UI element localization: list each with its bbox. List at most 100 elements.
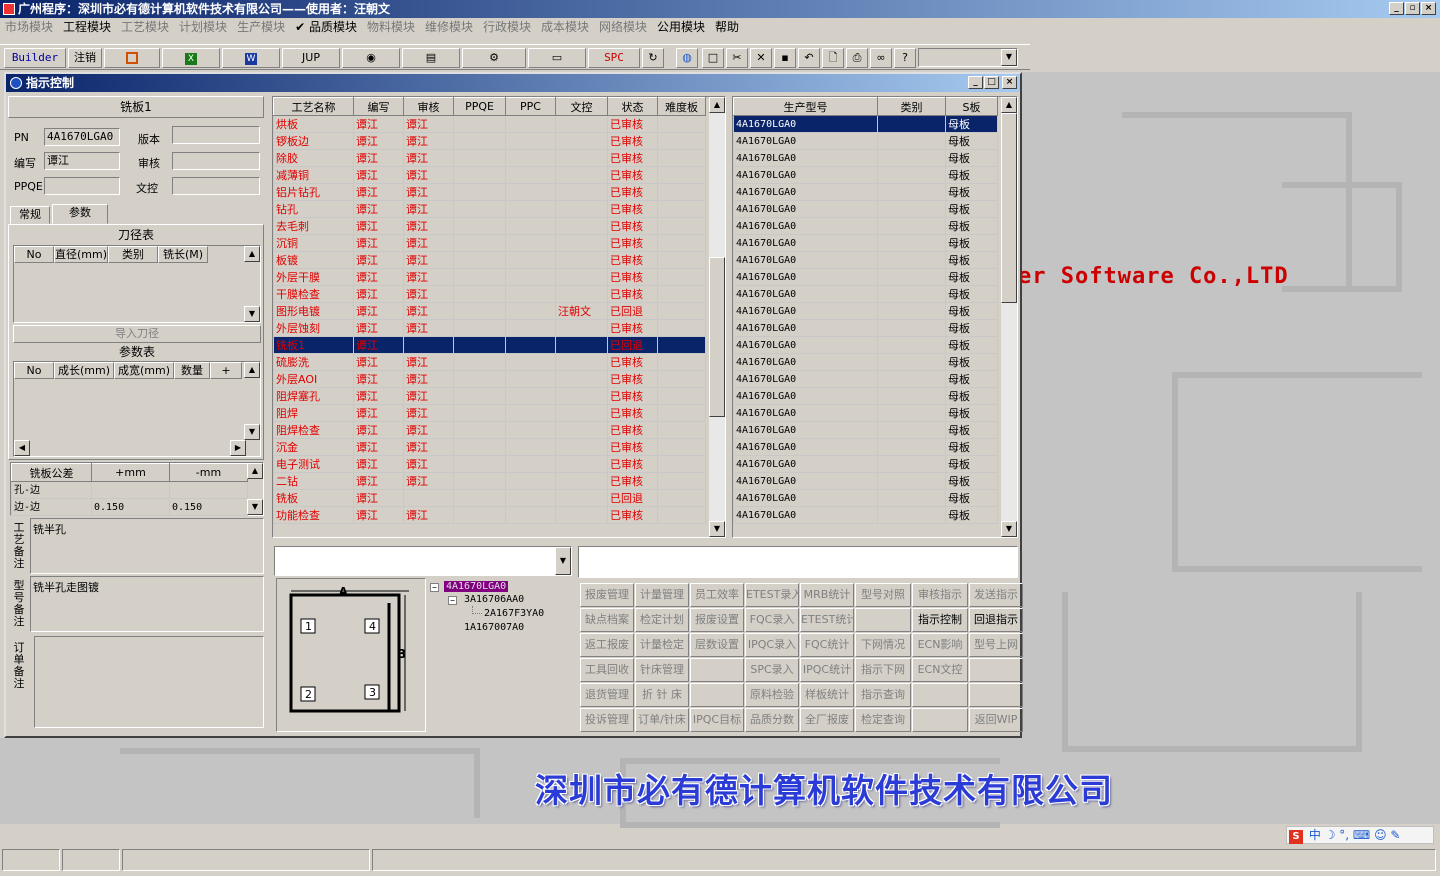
process-table-header[interactable]: 难度板 [657, 97, 706, 116]
module-button[interactable]: 返回WIP [969, 708, 1023, 732]
undo-button[interactable]: ↶ [798, 48, 820, 68]
builder-button[interactable]: Builder [4, 48, 66, 68]
scroll-down-icon[interactable]: ▼ [244, 424, 260, 440]
minimize-button[interactable]: _ [1389, 2, 1404, 15]
module-button[interactable]: 样板统计 [800, 683, 854, 707]
scroll-up-icon[interactable]: ▲ [244, 246, 260, 262]
module-button[interactable]: ECN文控 [912, 658, 968, 682]
process-note-field[interactable]: 铣半孔 [30, 518, 264, 574]
param-table[interactable]: No 成长(mm) 成宽(mm) 数量 + ▲ ▼ ◀ ▶ [13, 361, 261, 457]
scroll-up-icon[interactable]: ▲ [247, 463, 263, 479]
table-row[interactable]: 4A1670LGA0 母板 [733, 421, 998, 439]
process-table-header[interactable]: 审核 [403, 97, 454, 116]
table-row[interactable]: 铝片钻孔 谭江 谭江 已审核 [273, 183, 706, 201]
table-row[interactable]: 4A1670LGA0 母板 [733, 472, 998, 490]
window-close-button[interactable]: × [1002, 76, 1017, 89]
table-row[interactable]: 功能检查 谭江 谭江 已审核 [273, 506, 706, 524]
window-maximize-button[interactable]: □ [984, 76, 999, 89]
menu-item[interactable]: ✔ 品质模块 [290, 18, 362, 36]
pn-field[interactable]: 4A1670LGA0 [44, 128, 120, 146]
process-table-header[interactable]: 编写 [353, 97, 404, 116]
model-tree[interactable]: − 4A1670LGA0 − 3A16706AA0 2A167F3YA0 1A1… [426, 578, 576, 732]
module-button[interactable]: 报废设置 [690, 608, 744, 632]
table-row[interactable]: 外层AOI 谭江 谭江 已审核 [273, 370, 706, 388]
table-row[interactable]: 硫膨洗 谭江 谭江 已审核 [273, 353, 706, 371]
menu-item[interactable]: 帮助 [710, 18, 744, 36]
doc-control-field[interactable] [172, 177, 260, 195]
table-row[interactable]: 4A1670LGA0 母板 [733, 506, 998, 524]
table-row[interactable]: 孔-边 [11, 481, 248, 499]
module-button[interactable]: 检定查询 [855, 708, 911, 732]
module-button[interactable]: 指示查询 [855, 683, 911, 707]
module-button[interactable] [969, 683, 1023, 707]
module-button[interactable]: IPQC录入 [745, 633, 799, 657]
table-row[interactable]: 4A1670LGA0 母板 [733, 166, 998, 184]
table-row[interactable]: 板镀 谭江 谭江 已审核 [273, 251, 706, 269]
module-button[interactable]: IPQC目标 [690, 708, 744, 732]
module-button[interactable]: 投诉管理 [580, 708, 634, 732]
module-button[interactable]: 订单/针床 [635, 708, 689, 732]
module-button[interactable]: FQC统计 [800, 633, 854, 657]
scroll-down-icon[interactable]: ▼ [247, 499, 263, 515]
table-row[interactable]: 4A1670LGA0 母板 [733, 217, 998, 235]
table-row[interactable]: 沉铜 谭江 谭江 已审核 [273, 234, 706, 252]
tab-general[interactable]: 常规 [10, 206, 50, 224]
table-row[interactable]: 图形电镀 谭江 谭江 汪朝文 已回退 [273, 302, 706, 320]
table-row[interactable]: 沉金 谭江 谭江 已审核 [273, 438, 706, 456]
module-button[interactable]: 下网情况 [855, 633, 911, 657]
menu-item[interactable]: 工艺模块 [116, 18, 174, 36]
module-button[interactable]: 回退指示 [969, 608, 1023, 632]
table-row[interactable]: 4A1670LGA0 母板 [733, 438, 998, 456]
table-row[interactable]: 4A1670LGA0 母板 [733, 149, 998, 167]
module-button[interactable]: 返工报废 [580, 633, 634, 657]
tolerance-table[interactable]: 铣板公差 +mm -mm 孔-边 边-边 0.150 0.150 ▲ ▼ [10, 462, 264, 516]
table-row[interactable]: 除胶 谭江 谭江 已审核 [273, 149, 706, 167]
module-button[interactable]: SPC录入 [745, 658, 799, 682]
process-table-header[interactable]: 工艺名称 [273, 97, 354, 116]
tree-expand-icon[interactable]: − [448, 596, 457, 605]
window-minimize-button[interactable]: _ [968, 76, 983, 89]
param-table-header[interactable]: 成宽(mm) [114, 362, 174, 379]
param-table-header[interactable]: No [14, 362, 54, 379]
module-button[interactable]: 计量管理 [635, 583, 689, 607]
tab-params[interactable]: 参数 [52, 204, 108, 224]
wrench-icon[interactable]: ✎ [1390, 828, 1400, 842]
scroll-thumb[interactable] [709, 257, 725, 417]
param-table-header[interactable]: + [210, 362, 242, 379]
menu-item[interactable]: 维修模块 [420, 18, 478, 36]
param-table-header[interactable]: 数量 [174, 362, 210, 379]
restore-button[interactable]: ▫ [1405, 2, 1420, 15]
process-table-header[interactable]: PPQE [453, 97, 506, 116]
scroll-down-icon[interactable]: ▼ [244, 306, 260, 322]
print-button[interactable]: ⎙ [846, 48, 868, 68]
process-table-header[interactable]: PPC [505, 97, 556, 116]
user-icon[interactable]: ☺ [1374, 828, 1387, 842]
ime-toolbar[interactable]: S 中 ☽ °, ⌨ ☺ ✎ [1286, 826, 1434, 844]
table-row[interactable]: 4A1670LGA0 母板 [733, 319, 998, 337]
version-field[interactable] [172, 126, 260, 144]
network-button[interactable]: ⚙ [462, 48, 526, 68]
model-table-header[interactable]: 类别 [877, 97, 946, 116]
module-button[interactable]: FQC录入 [745, 608, 799, 632]
scroll-thumb[interactable] [1001, 113, 1017, 303]
module-button[interactable]: 指示控制 [912, 608, 968, 632]
table-row[interactable]: 4A1670LGA0 母板 [733, 302, 998, 320]
table-row[interactable]: 阻焊 谭江 谭江 已审核 [273, 404, 706, 422]
table-row[interactable]: 4A1670LGA0 母板 [733, 268, 998, 286]
table-row[interactable]: 4A1670LGA0 母板 [733, 370, 998, 388]
table-row[interactable]: 阻焊检查 谭江 谭江 已审核 [273, 421, 706, 439]
module-button[interactable]: ETEST统计 [800, 608, 854, 632]
excel-button[interactable]: X [162, 48, 220, 68]
punctuation-icon[interactable]: °, [1339, 828, 1349, 842]
word-button[interactable]: W [222, 48, 280, 68]
table-row[interactable]: 钻孔 谭江 谭江 已审核 [273, 200, 706, 218]
scroll-down-icon[interactable]: ▼ [1001, 521, 1017, 537]
order-note-field[interactable] [34, 636, 264, 728]
process-table-scrollbar[interactable]: ▲ ▼ [709, 97, 725, 537]
tool-table-header[interactable]: 直径(mm) [54, 246, 108, 263]
module-button[interactable]: 工具回收 [580, 658, 634, 682]
module-button[interactable]: 审核指示 [912, 583, 968, 607]
module-button[interactable]: 原料检验 [745, 683, 799, 707]
preview-button[interactable]: 🗋 [822, 48, 844, 68]
module-button[interactable]: 品质分数 [745, 708, 799, 732]
